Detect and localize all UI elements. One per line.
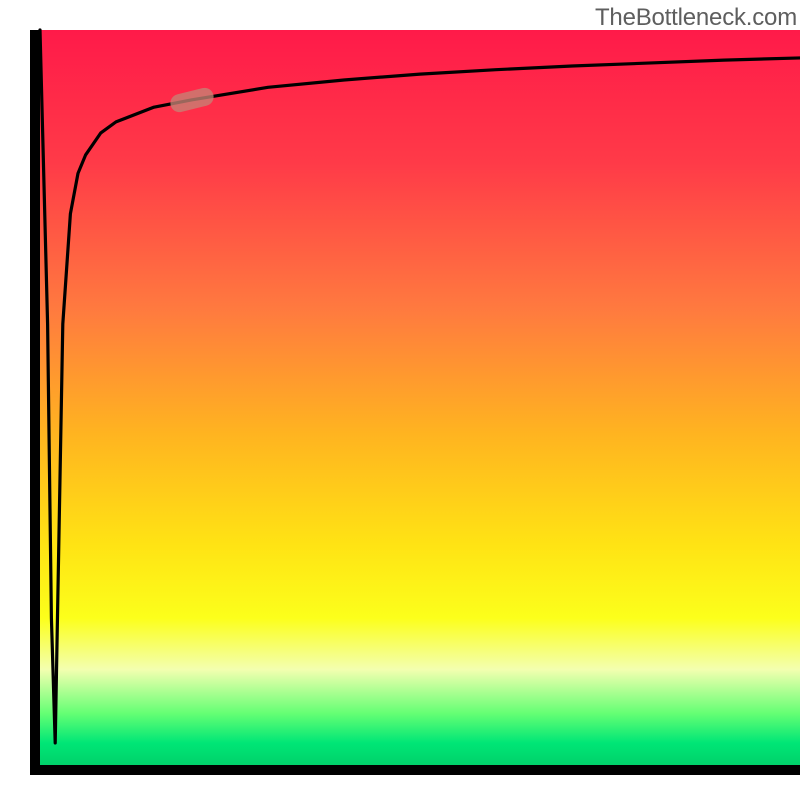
curve-path [40,30,800,743]
bottleneck-curve [0,0,800,800]
chart-canvas: TheBottleneck.com [0,0,800,800]
watermark-text: TheBottleneck.com [595,4,797,32]
